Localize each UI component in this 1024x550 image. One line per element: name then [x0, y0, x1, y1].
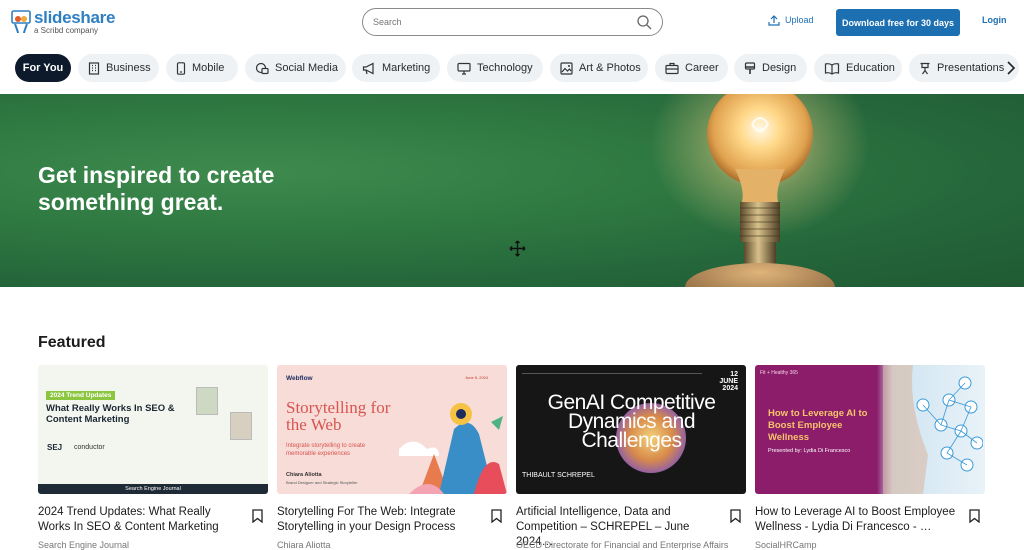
- card-title[interactable]: Storytelling For The Web: Integrate Stor…: [277, 505, 482, 535]
- move-cursor-icon: [509, 240, 526, 257]
- building-icon: [88, 61, 100, 75]
- card-thumbnail[interactable]: 12 JUNE 2024 GenAI Competitive Dynamics …: [516, 365, 746, 494]
- bookmark-icon[interactable]: [969, 509, 980, 523]
- thumb-date: June 5, 2024: [465, 375, 489, 380]
- thumb-month: JUNE: [719, 378, 738, 385]
- thumb-rule: [522, 373, 702, 387]
- category-art-photos[interactable]: Art & Photos: [550, 54, 648, 82]
- thumb-brand-sej: SEJ: [47, 443, 63, 452]
- category-label: For You: [22, 62, 64, 74]
- thumb-brand: Fit + Healthy 365: [760, 370, 798, 376]
- hero-title: Get inspired to create something great.: [38, 162, 275, 215]
- logo-icon: [11, 10, 31, 34]
- thumb-speaker-name: Chiara Aliotta: [286, 472, 322, 478]
- category-presentations[interactable]: Presentations: [909, 54, 1019, 82]
- top-header: slideshare a Scribd company Upload Downl…: [0, 0, 1024, 46]
- category-technology[interactable]: Technology: [447, 54, 543, 82]
- image-icon: [560, 61, 573, 75]
- category-mobile[interactable]: Mobile: [166, 54, 238, 82]
- thumb-headline: What Really Works In SEO & Content Marke…: [46, 403, 175, 425]
- thumb-brand-webflow: Webflow: [286, 375, 313, 382]
- thumb-date: 12 JUNE 2024: [706, 371, 738, 392]
- logo-sub: a Scribd company: [34, 26, 99, 35]
- category-marketing[interactable]: Marketing: [352, 54, 440, 82]
- login-link[interactable]: Login: [982, 15, 1007, 25]
- card-thumbnail[interactable]: Fit + Healthy 365 How to Leverage AI to …: [755, 365, 985, 494]
- category-education[interactable]: Education: [814, 54, 902, 82]
- category-label: Education: [846, 62, 895, 74]
- category-label: Presentations: [937, 62, 1005, 74]
- search-icon[interactable]: [636, 14, 652, 30]
- thumb-speaker-role: Brand Designer and Strategic Storyteller: [286, 480, 358, 485]
- book-icon: [824, 62, 840, 75]
- ai-network-illustration: [883, 365, 983, 494]
- category-career[interactable]: Career: [655, 54, 728, 82]
- phone-icon: [176, 61, 186, 75]
- category-business[interactable]: Business: [78, 54, 159, 82]
- category-label: Social Media: [275, 62, 338, 74]
- speaker-photo: [230, 412, 252, 440]
- category-for-you[interactable]: For You: [15, 54, 71, 82]
- category-label: Art & Photos: [579, 62, 641, 74]
- upload-button[interactable]: Upload: [768, 14, 814, 26]
- thumb-brand-conductor: conductor: [74, 444, 105, 451]
- logo-name: slideshare: [34, 8, 116, 27]
- monitor-icon: [457, 62, 471, 75]
- chevron-right-icon[interactable]: [1005, 60, 1017, 76]
- category-label: Design: [762, 62, 797, 74]
- bookmark-icon[interactable]: [491, 509, 502, 523]
- bookmark-icon[interactable]: [730, 509, 741, 523]
- chat-icon: [255, 62, 269, 74]
- thumb-day: 12: [730, 371, 738, 378]
- thumb-footer: Search Engine Journal: [38, 484, 268, 494]
- thumb-headline: GenAI Competitive Dynamics and Challenge…: [547, 391, 716, 452]
- card-title[interactable]: How to Leverage AI to Boost Employee Wel…: [755, 505, 960, 535]
- thumb-headline: Storytelling for the Web: [286, 398, 391, 434]
- category-label: Technology: [477, 62, 533, 74]
- search-input[interactable]: [373, 17, 636, 27]
- brush-icon: [744, 61, 756, 74]
- thumb-tag: 2024 Trend Updates: [46, 391, 116, 400]
- speaker-photo: [196, 387, 218, 415]
- search-bar[interactable]: [362, 8, 663, 36]
- category-label: Marketing: [382, 62, 431, 74]
- thumb-speaker-name: THIBAULT SCHREPEL: [522, 472, 595, 479]
- card-thumbnail[interactable]: Webflow June 5, 2024 Storytelling for th…: [277, 365, 507, 494]
- category-label: Career: [685, 62, 719, 74]
- download-free-button[interactable]: Download free for 30 days: [836, 9, 960, 36]
- easel-icon: [920, 62, 930, 74]
- illustration: [399, 403, 507, 494]
- category-social-media[interactable]: Social Media: [245, 54, 346, 82]
- upload-label: Upload: [785, 15, 814, 25]
- featured-card[interactable]: Webflow June 5, 2024 Storytelling for th…: [277, 365, 507, 550]
- featured-card[interactable]: 2024 Trend Updates What Really Works In …: [38, 365, 268, 550]
- category-label: Business: [106, 62, 151, 74]
- category-design[interactable]: Design: [734, 54, 807, 82]
- thumb-subtitle: Presented by: Lydia Di Francesco: [768, 448, 851, 454]
- thumb-headline: How to Leverage AI to Boost Employee Wel…: [768, 408, 868, 443]
- category-label: Mobile: [192, 62, 225, 74]
- upload-icon: [768, 15, 780, 26]
- bookmark-icon[interactable]: [252, 509, 263, 523]
- featured-heading: Featured: [38, 334, 106, 351]
- featured-card[interactable]: Fit + Healthy 365 How to Leverage AI to …: [755, 365, 985, 550]
- category-bar: For You Business Mobile Social Media Mar…: [0, 54, 1024, 82]
- slideshare-logo[interactable]: slideshare a Scribd company: [11, 9, 115, 35]
- card-title[interactable]: 2024 Trend Updates: What Really Works In…: [38, 505, 243, 535]
- featured-card[interactable]: 12 JUNE 2024 GenAI Competitive Dynamics …: [516, 365, 746, 550]
- briefcase-icon: [665, 62, 679, 74]
- hero-banner: Get inspired to create something great.: [0, 94, 1024, 287]
- card-thumbnail[interactable]: 2024 Trend Updates What Really Works In …: [38, 365, 268, 494]
- thumb-subtitle: Integrate storytelling to create memorab…: [286, 443, 366, 457]
- megaphone-icon: [362, 62, 374, 74]
